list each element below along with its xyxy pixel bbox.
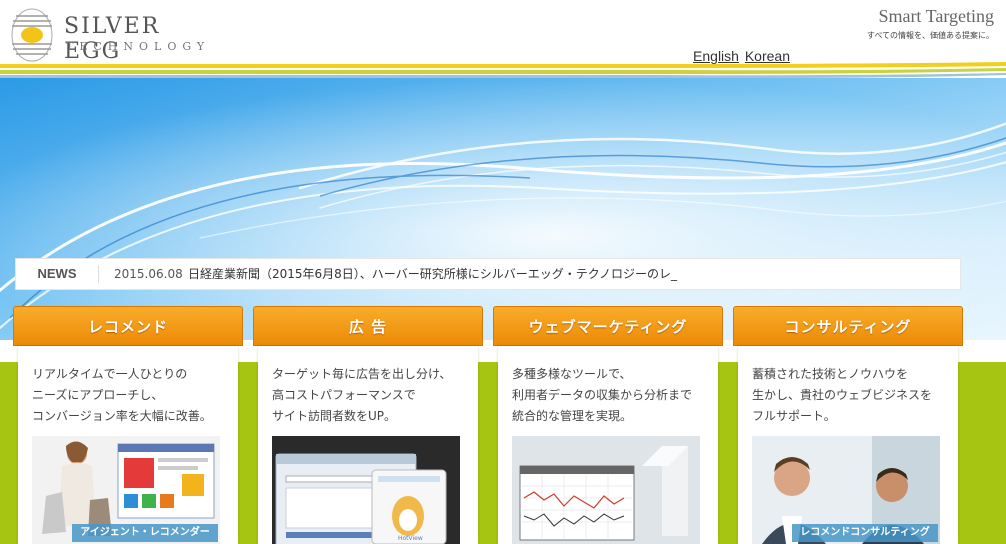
logo-subtitle: TECHNOLOGY xyxy=(66,40,211,53)
card-text-line: リアルタイムで一人ひとりの xyxy=(32,367,188,381)
card-text-line: 生かし、貴社のウェブビジネスを xyxy=(752,388,933,402)
news-label: NEWS xyxy=(37,266,77,281)
card-recommend-caption: アイジェント・レコメンダー xyxy=(72,524,218,542)
card-recommend-body: リアルタイムで一人ひとりの ニーズにアプローチし、 コンバージョン率を大幅に改善… xyxy=(18,346,238,544)
card-consulting-caption: レコメンドコンサルティング xyxy=(792,524,938,542)
egg-logo-icon xyxy=(11,8,53,62)
card-advertising-tab[interactable]: 広 告 xyxy=(253,306,483,346)
news-divider xyxy=(98,265,99,283)
card-advertising: 広 告 ターゲット毎に広告を出し分け、 高コストパフォーマンスで サイト訪問者数… xyxy=(253,306,483,544)
news-headline-link[interactable]: 日経産業新聞（2015年6月8日）、ハーバー研究所様にシルバーエッグ・テクノロジ… xyxy=(188,259,677,289)
site-header: SILVER EGG TECHNOLOGY Smart Targeting すべ… xyxy=(0,0,1006,68)
card-text-line: 統合的な管理を実現。 xyxy=(512,409,633,423)
hotview-logo-text: HotView xyxy=(398,535,423,542)
card-text-line: 高コストパフォーマンスで xyxy=(272,388,416,402)
card-consulting-body: 蓄積された技術とノウハウを 生かし、貴社のウェブビジネスを フルサポート。 レコ… xyxy=(738,346,958,544)
card-text-line: フルサポート。 xyxy=(752,409,836,423)
site-logo[interactable]: SILVER EGG TECHNOLOGY xyxy=(10,6,220,64)
card-text-line: ターゲット毎に広告を出し分け、 xyxy=(272,367,452,381)
hotview-screens-image: HotView xyxy=(272,436,460,544)
card-recommend-image[interactable]: アイジェント・レコメンダー xyxy=(32,436,220,544)
card-advertising-image[interactable]: HotView xyxy=(272,436,460,544)
hero-swoosh-graphic xyxy=(0,78,1006,340)
tagline: Smart Targeting すべての情報を、価値ある提案に。 xyxy=(867,6,994,41)
card-web-marketing-body: 多種多様なツールで、 利用者データの収集から分析まで 統合的な管理を実現。 xyxy=(498,346,718,544)
card-consulting-image[interactable]: レコメンドコンサルティング xyxy=(752,436,940,544)
card-recommend-description: リアルタイムで一人ひとりの ニーズにアプローチし、 コンバージョン率を大幅に改善… xyxy=(32,364,232,427)
card-web-marketing: ウェブマーケティング 多種多様なツールで、 利用者データの収集から分析まで 統合… xyxy=(493,306,723,544)
tagline-subtitle: すべての情報を、価値ある提案に。 xyxy=(866,31,994,40)
card-web-marketing-image[interactable] xyxy=(512,436,700,544)
logo-title: SILVER EGG xyxy=(64,14,161,64)
card-text-line: コンバージョン率を大幅に改善。 xyxy=(32,409,212,423)
card-text-line: サイト訪問者数をUP。 xyxy=(272,409,397,423)
card-recommend-tab[interactable]: レコメンド xyxy=(13,306,243,346)
card-advertising-body: ターゲット毎に広告を出し分け、 高コストパフォーマンスで サイト訪問者数をUP。… xyxy=(258,346,478,544)
hero-banner xyxy=(0,78,1006,340)
card-text-line: 多種多様なツールで、 xyxy=(512,367,632,381)
analytics-chart-image xyxy=(512,436,700,544)
card-web-marketing-tab[interactable]: ウェブマーケティング xyxy=(493,306,723,346)
card-web-marketing-description: 多種多様なツールで、 利用者データの収集から分析まで 統合的な管理を実現。 xyxy=(512,364,712,427)
card-text-line: 利用者データの収集から分析まで xyxy=(512,388,693,402)
tagline-title: Smart Targeting xyxy=(878,6,994,26)
card-advertising-description: ターゲット毎に広告を出し分け、 高コストパフォーマンスで サイト訪問者数をUP。 xyxy=(272,364,472,427)
card-text-line: ニーズにアプローチし、 xyxy=(32,388,164,402)
card-consulting-description: 蓄積された技術とノウハウを 生かし、貴社のウェブビジネスを フルサポート。 xyxy=(752,364,952,427)
news-ticker: NEWS 2015.06.08 日経産業新聞（2015年6月8日）、ハーバー研究… xyxy=(15,258,961,290)
card-consulting: コンサルティング 蓄積された技術とノウハウを 生かし、貴社のウェブビジネスを フ… xyxy=(733,306,963,544)
card-recommend: レコメンド リアルタイムで一人ひとりの ニーズにアプローチし、 コンバージョン率… xyxy=(13,306,243,544)
card-text-line: 蓄積された技術とノウハウを xyxy=(752,367,909,381)
news-date: 2015.06.08 xyxy=(114,267,183,281)
card-consulting-tab[interactable]: コンサルティング xyxy=(733,306,963,346)
